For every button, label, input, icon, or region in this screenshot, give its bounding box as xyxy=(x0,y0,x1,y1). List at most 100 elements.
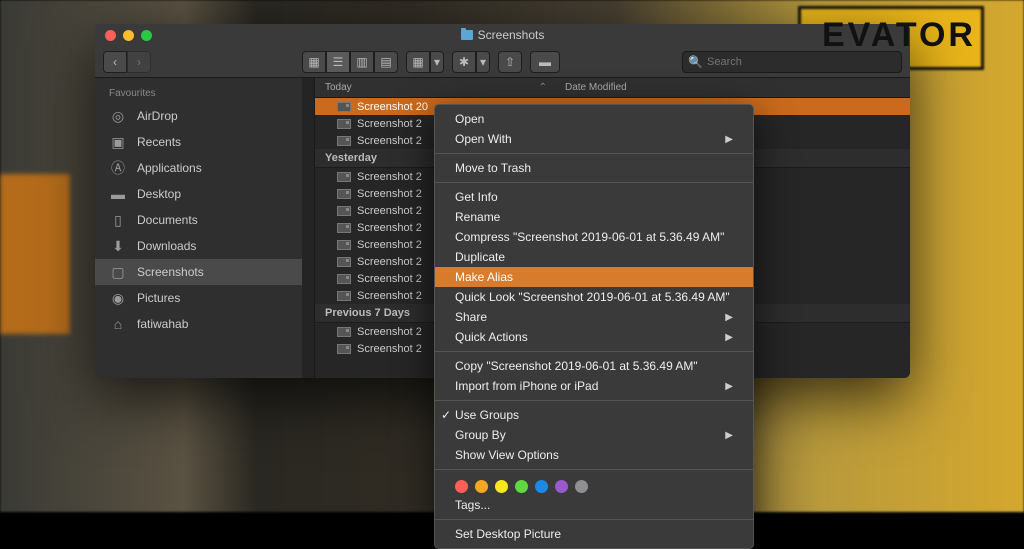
column-headers[interactable]: Today ⌃ Date Modified xyxy=(315,78,910,98)
forward-button[interactable]: › xyxy=(127,51,151,73)
menu-item[interactable]: Quick Actions ▶ xyxy=(435,327,753,347)
sidebar-item-pictures[interactable]: ◉Pictures xyxy=(95,285,314,311)
menu-item[interactable]: Rename xyxy=(435,207,753,227)
sidebar-item-label: AirDrop xyxy=(137,109,178,123)
view-mode-buttons: ▦ ☰ ▥ ▤ xyxy=(302,51,398,73)
gallery-view-button[interactable]: ▤ xyxy=(374,51,398,73)
file-name: Screenshot 2 xyxy=(357,205,422,217)
file-name: Screenshot 2 xyxy=(357,290,422,302)
column-view-button[interactable]: ▥ xyxy=(350,51,374,73)
sidebar-item-label: Recents xyxy=(137,135,181,149)
tag-color-dot[interactable] xyxy=(515,480,528,493)
file-name: Screenshot 2 xyxy=(357,273,422,285)
file-name: Screenshot 2 xyxy=(357,326,422,338)
menu-item[interactable]: Show View Options xyxy=(435,445,753,465)
submenu-arrow-icon: ▶ xyxy=(725,381,733,392)
window-title-text: Screenshots xyxy=(478,28,545,42)
menu-item[interactable]: Set Desktop Picture xyxy=(435,524,753,544)
sidebar-item-fatiwahab[interactable]: ⌂fatiwahab xyxy=(95,311,314,337)
tag-color-dot[interactable] xyxy=(475,480,488,493)
sidebar-scrollbar[interactable] xyxy=(302,78,314,378)
menu-item[interactable]: Make Alias xyxy=(435,267,753,287)
desktop-icon: ▬ xyxy=(109,186,127,202)
tag-color-dot[interactable] xyxy=(555,480,568,493)
checkmark-icon: ✓ xyxy=(441,408,451,422)
menu-item[interactable]: Share ▶ xyxy=(435,307,753,327)
menu-item[interactable]: Duplicate xyxy=(435,247,753,267)
tag-color-dot[interactable] xyxy=(455,480,468,493)
sidebar-item-label: Documents xyxy=(137,213,198,227)
menu-item-label: Open With xyxy=(455,132,512,146)
menu-item[interactable]: ✓Use Groups xyxy=(435,405,753,425)
back-button[interactable]: ‹ xyxy=(103,51,127,73)
menu-item[interactable]: Group By▶ xyxy=(435,425,753,445)
submenu-arrow-icon: ▶ xyxy=(725,134,733,145)
action-menu-button[interactable]: ✱▾ xyxy=(452,51,490,73)
menu-item-label: Copy "Screenshot 2019-06-01 at 5.36.49 A… xyxy=(455,359,698,373)
menu-separator xyxy=(435,519,753,520)
file-name: Screenshot 2 xyxy=(357,239,422,251)
menu-item[interactable]: Move to Trash xyxy=(435,158,753,178)
column-name[interactable]: Today xyxy=(325,82,352,93)
sidebar-item-downloads[interactable]: ⬇Downloads xyxy=(95,233,314,259)
list-view-button[interactable]: ☰ xyxy=(326,51,350,73)
share-button[interactable]: ⇧ xyxy=(498,51,522,73)
menu-item-label: Share xyxy=(455,310,487,324)
submenu-arrow-icon: ▶ xyxy=(725,332,733,343)
menu-item[interactable]: Compress "Screenshot 2019-06-01 at 5.36.… xyxy=(435,227,753,247)
sidebar-item-label: Downloads xyxy=(137,239,196,253)
sidebar-item-documents[interactable]: ▯Documents xyxy=(95,207,314,233)
tag-color-dot[interactable] xyxy=(575,480,588,493)
menu-item[interactable]: Tags... xyxy=(435,495,753,515)
image-file-icon xyxy=(337,291,351,301)
context-menu: Open Open With ▶ Move to Trash Get InfoRenam… xyxy=(434,104,754,549)
icon-view-button[interactable]: ▦ xyxy=(302,51,326,73)
sidebar-item-label: Desktop xyxy=(137,187,181,201)
menu-item-label: Group By xyxy=(455,428,506,442)
sidebar-item-screenshots[interactable]: ▢Screenshots xyxy=(95,259,314,285)
column-date[interactable]: Date Modified xyxy=(555,82,627,93)
file-name: Screenshot 2 xyxy=(357,343,422,355)
menu-item[interactable]: Copy "Screenshot 2019-06-01 at 5.36.49 A… xyxy=(435,356,753,376)
sidebar-item-recents[interactable]: ▣ Recents xyxy=(95,129,314,155)
menu-item-label: Move to Trash xyxy=(455,161,531,175)
menu-item-label: Quick Look "Screenshot 2019-06-01 at 5.3… xyxy=(455,290,730,304)
titlebar[interactable]: Screenshots xyxy=(95,24,910,46)
file-name: Screenshot 2 xyxy=(357,171,422,183)
zoom-button[interactable] xyxy=(141,30,152,41)
sidebar: Favourites ◎AirDrop▣RecentsⒶApplications… xyxy=(95,78,315,378)
sidebar-item-applications[interactable]: ⒶApplications xyxy=(95,155,314,181)
menu-item[interactable]: Quick Look "Screenshot 2019-06-01 at 5.3… xyxy=(435,287,753,307)
group-arrange-button[interactable]: ▦▾ xyxy=(406,51,444,73)
sidebar-item-label: Applications xyxy=(137,161,202,175)
menu-item-label: Quick Actions xyxy=(455,330,528,344)
menu-item[interactable]: Open With ▶ xyxy=(435,129,753,149)
submenu-arrow-icon: ▶ xyxy=(725,312,733,323)
menu-item-label: Make Alias xyxy=(455,270,513,284)
toolbar: ‹ › ▦ ☰ ▥ ▤ ▦▾ ✱▾ ⇧ ▬ 🔍 xyxy=(95,46,910,78)
menu-item-label: Duplicate xyxy=(455,250,505,264)
menu-item[interactable]: Get Info xyxy=(435,187,753,207)
file-name: Screenshot 2 xyxy=(357,188,422,200)
sort-indicator-icon: ⌃ xyxy=(539,82,547,93)
tags-button[interactable]: ▬ xyxy=(530,51,560,73)
image-file-icon xyxy=(337,344,351,354)
home-icon: ⌂ xyxy=(109,316,127,332)
traffic-lights xyxy=(95,30,152,41)
recents-icon: ▣ xyxy=(109,134,127,150)
minimize-button[interactable] xyxy=(123,30,134,41)
sidebar-item-airdrop[interactable]: ◎AirDrop xyxy=(95,103,314,129)
menu-item[interactable]: Open xyxy=(435,109,753,129)
tag-color-dot[interactable] xyxy=(495,480,508,493)
sidebar-item-desktop[interactable]: ▬ Desktop xyxy=(95,181,314,207)
image-file-icon xyxy=(337,223,351,233)
menu-item[interactable]: Import from iPhone or iPad▶ xyxy=(435,376,753,396)
menu-item-label: Open xyxy=(455,112,484,126)
close-button[interactable] xyxy=(105,30,116,41)
menu-item-label: Tags... xyxy=(455,498,490,512)
menu-item-label: Set Desktop Picture xyxy=(455,527,561,541)
file-name: Screenshot 2 xyxy=(357,135,422,147)
pictures-icon: ◉ xyxy=(109,290,127,306)
folder-icon: ▢ xyxy=(109,264,127,280)
tag-color-dot[interactable] xyxy=(535,480,548,493)
